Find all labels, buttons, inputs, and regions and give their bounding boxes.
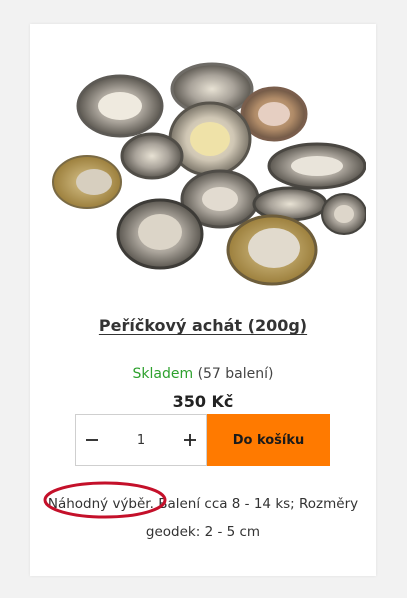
minus-icon bbox=[86, 439, 98, 441]
quantity-input[interactable]: 1 bbox=[137, 433, 145, 448]
stock-info: Skladem (57 balení) bbox=[30, 366, 376, 382]
product-price: 350 Kč bbox=[172, 392, 234, 411]
add-to-cart-button[interactable]: Do košíku bbox=[207, 414, 330, 466]
decrement-button[interactable] bbox=[76, 415, 108, 465]
product-image[interactable] bbox=[42, 54, 366, 296]
quantity-stepper: 1 bbox=[75, 414, 207, 466]
description-rest: . Balení cca 8 - 14 ks; Rozměry geodek: … bbox=[145, 496, 359, 540]
plus-icon bbox=[184, 434, 196, 446]
add-to-cart-row: 1 Do košíku bbox=[75, 414, 330, 466]
stock-status: Skladem bbox=[132, 366, 194, 382]
stock-count: (57 balení) bbox=[197, 366, 274, 382]
product-card: Peříčkový achát (200g) Skladem (57 balen… bbox=[30, 24, 376, 576]
increment-button[interactable] bbox=[174, 415, 206, 465]
product-title[interactable]: Peříčkový achát (200g) bbox=[30, 316, 376, 335]
product-description: Náhodný výběr. Balení cca 8 - 14 ks; Roz… bbox=[42, 490, 364, 546]
description-highlight: Náhodný výběr bbox=[47, 496, 150, 512]
